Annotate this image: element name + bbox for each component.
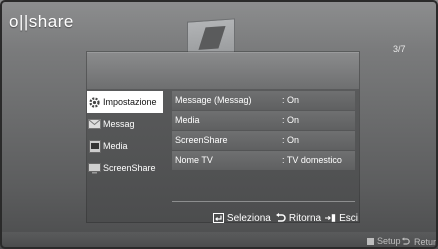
setting-name: Media [175,115,200,126]
bottom-return-hint[interactable]: Return [400,236,438,247]
enter-icon [212,213,224,224]
exit-icon [325,213,336,224]
setting-row-media[interactable]: Media : On [172,111,355,130]
setting-value: : On [282,95,300,106]
panel-footer: Seleziona Ritorna Esci [172,210,360,226]
envelope-icon [88,118,101,131]
setup-label: Setup [377,236,401,246]
setting-row-screenshare[interactable]: ScreenShare : On [172,131,355,150]
setting-value: : On [282,115,300,126]
gear-icon [88,96,101,109]
select-hint[interactable]: Seleziona [212,212,271,224]
panel-header [87,53,359,89]
return-label: Ritorna [288,212,322,224]
return-icon [400,236,411,247]
tab-screenshare[interactable]: ScreenShare [87,157,168,179]
bottom-return-label: Return [414,236,438,247]
category-tabs: Impostazione Messag Media ScreenShare [87,91,168,179]
screenshare-icon [88,162,101,175]
return-icon [275,213,286,224]
setting-value: : TV domestico [282,155,342,166]
tab-label: Impostazione [103,97,157,107]
page-counter: 3/7 [393,44,406,54]
tab-media[interactable]: Media [87,135,168,157]
setting-name: Message (Messag) [175,95,252,106]
setup-square-icon [367,237,374,245]
setting-row-nome-tv[interactable]: Nome TV : TV domestico [172,151,355,170]
exit-label: Esci [339,212,358,224]
tab-messag[interactable]: Messag [87,113,168,135]
tab-impostazione[interactable]: Impostazione [87,91,163,113]
thumbnail-shape [198,25,226,50]
settings-list: Message (Messag) : On Media : On ScreenS… [172,91,355,171]
setting-row-message[interactable]: Message (Messag) : On [172,91,355,110]
allshare-logo: o||share [9,12,74,31]
tab-label: Media [103,141,128,151]
footer-divider [172,201,355,202]
select-label: Seleziona [226,212,271,224]
tv-screen: o||share 3/7 Impostazione Messag Media S… [0,0,438,249]
setting-name: Nome TV [175,155,213,166]
media-file-icon [88,139,101,153]
return-hint[interactable]: Ritorna [275,213,321,224]
setup-hint[interactable]: Setup [367,236,401,246]
setting-value: : On [282,135,300,146]
exit-hint[interactable]: Esci [325,213,358,224]
tab-label: ScreenShare [103,163,156,173]
setting-name: ScreenShare [175,135,228,146]
tab-label: Messag [103,119,135,129]
